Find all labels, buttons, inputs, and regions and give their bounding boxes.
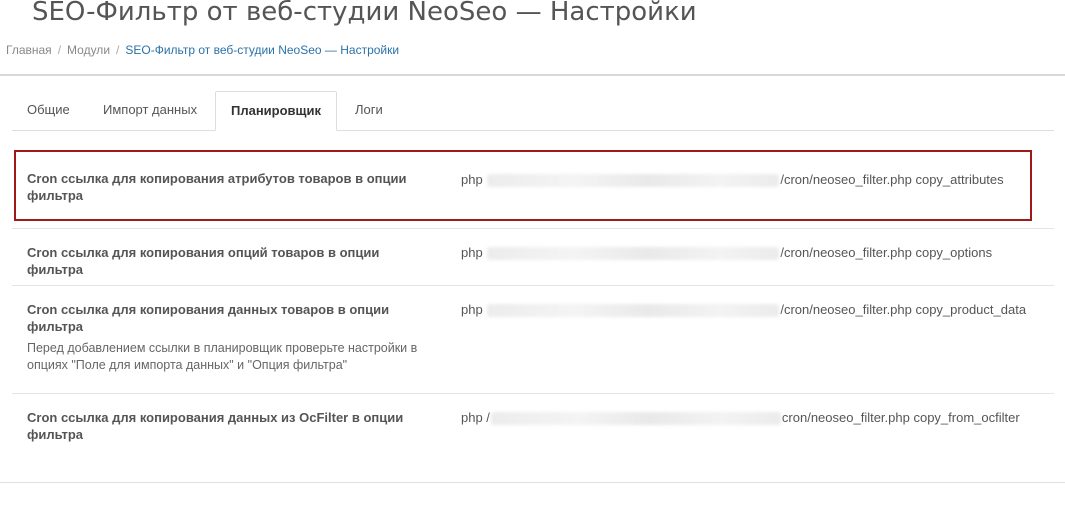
cron-row-label: Cron ссылка для копирования опций товаро… — [27, 245, 380, 277]
breadcrumb: Главная / Модули / SEO-Фильтр от веб-студии … — [6, 42, 399, 58]
cron-command-prefix: php — [461, 302, 483, 317]
cron-command: php /cron/neoseo_filter.php copy_options — [461, 244, 992, 261]
highlight-box — [14, 150, 1032, 221]
breadcrumb-separator: / — [116, 43, 120, 57]
redacted-path — [490, 412, 781, 426]
cron-command: php /cron/neoseo_filter.php copy_product… — [461, 301, 1026, 318]
breadcrumb-modules[interactable]: Модули — [67, 43, 110, 57]
cron-row-label-wrap: Cron ссылка для копирования данных товар… — [27, 301, 437, 374]
cron-command: php / cron/neoseo_filter.php copy_from_oc… — [461, 409, 1020, 426]
redacted-path — [487, 304, 780, 318]
tab-logs[interactable]: Логи — [340, 91, 398, 129]
tab-bar: Общие Импорт данных Планировщик Логи — [12, 91, 1054, 131]
cron-row-label: Cron ссылка для копирования данных товар… — [27, 302, 390, 334]
page-title: SEO-Фильтр от веб-студии NeoSeo — Настро… — [32, 0, 697, 27]
cron-row-copy-from-ocfilter: Cron ссылка для копирования данных из Oc… — [12, 394, 1054, 464]
breadcrumb-current[interactable]: SEO-Фильтр от веб-студии NeoSeo — Настро… — [125, 43, 399, 57]
tab-scheduler[interactable]: Планировщик — [215, 91, 338, 131]
cron-command-prefix: php — [461, 245, 483, 260]
footer-divider — [0, 482, 1065, 483]
redacted-path — [487, 247, 780, 261]
tab-general[interactable]: Общие — [12, 91, 85, 129]
header-divider — [0, 74, 1065, 76]
cron-command-suffix: /cron/neoseo_filter.php copy_options — [780, 245, 993, 260]
cron-row-label: Cron ссылка для копирования данных из Oc… — [27, 410, 404, 442]
cron-command-suffix: /cron/neoseo_filter.php copy_product_dat… — [780, 302, 1027, 317]
cron-command-prefix: php / — [461, 410, 490, 425]
cron-row-copy-options: Cron ссылка для копирования опций товаро… — [12, 229, 1054, 286]
cron-row-hint: Перед добавлением ссылки в планировщик п… — [27, 341, 418, 372]
breadcrumb-home[interactable]: Главная — [6, 43, 52, 57]
breadcrumb-separator: / — [57, 43, 62, 57]
cron-command-suffix: cron/neoseo_filter.php copy_from_ocfilte… — [781, 410, 1020, 425]
cron-row-copy-product-data: Cron ссылка для копирования данных товар… — [12, 286, 1054, 394]
tab-import-data[interactable]: Импорт данных — [88, 91, 212, 129]
